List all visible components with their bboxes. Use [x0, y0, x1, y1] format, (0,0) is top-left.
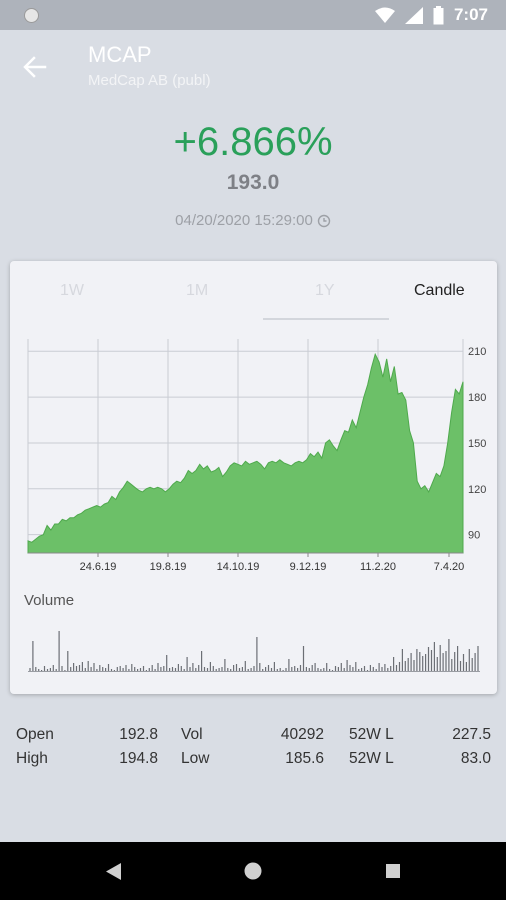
y-tick-label: 180	[468, 392, 486, 404]
y-tick-label: 90	[468, 530, 480, 542]
navigation-bar	[0, 842, 506, 900]
signal-icon	[404, 6, 423, 24]
app-bar: MCAP MedCap AB (publ)	[0, 30, 506, 105]
timestamp-text: 04/20/2020 15:29:00	[175, 212, 313, 229]
y-tick-label: 120	[468, 484, 486, 496]
chart-card: 1W 1M 1Y Candle 210 180 150 120 90 24.6.19 19.…	[10, 261, 497, 694]
price-chart[interactable]: 210 180 150 120 90 24.6.19 19.8.19 14.10.19 9.12…	[10, 261, 497, 694]
vol-label: Vol	[181, 726, 203, 743]
stats-panel: Open 192.8 Vol 40292 52W L 227.5 High 19…	[0, 724, 506, 774]
wifi-icon	[374, 7, 395, 23]
w52-value-b: 83.0	[460, 750, 491, 767]
clock: 7:07	[453, 5, 488, 24]
x-tick-label: 11.2.20	[360, 561, 396, 573]
back-arrow-icon[interactable]	[20, 52, 50, 82]
status-bar: 7:07	[0, 0, 506, 30]
high-value: 194.8	[119, 750, 158, 767]
ticker-symbol: MCAP	[88, 42, 152, 67]
x-tick-label: 14.10.19	[217, 561, 260, 573]
quote-timestamp: 04/20/2020 15:29:00	[0, 212, 506, 229]
w52-label-a: 52W L	[349, 726, 394, 743]
y-tick-label: 150	[468, 438, 486, 450]
status-icons: 7:07	[374, 5, 488, 25]
x-tick-label: 24.6.19	[80, 561, 117, 573]
vol-value: 40292	[280, 726, 324, 743]
volume-label: Volume	[24, 592, 75, 609]
recents-nav-icon[interactable]	[386, 864, 400, 878]
open-label: Open	[16, 726, 54, 743]
home-nav-icon[interactable]	[244, 862, 262, 880]
x-tick-label: 7.4.20	[434, 561, 465, 573]
back-nav-icon[interactable]	[106, 863, 122, 880]
x-tick-label: 9.12.19	[290, 561, 327, 573]
x-tick-label: 19.8.19	[150, 561, 187, 573]
price-area-series	[27, 352, 464, 554]
percent-change: +6.866%	[173, 120, 333, 164]
clock-icon	[317, 214, 331, 227]
w52-label-b: 52W L	[349, 750, 394, 767]
low-value: 185.6	[285, 750, 324, 767]
low-label: Low	[181, 750, 210, 767]
open-value: 192.8	[119, 726, 158, 743]
notification-dot-icon	[24, 8, 39, 23]
battery-icon	[433, 5, 444, 24]
y-tick-label: 210	[468, 346, 486, 358]
company-name: MedCap AB (publ)	[88, 72, 211, 89]
last-price: 193.0	[226, 171, 280, 194]
w52-value-a: 227.5	[452, 726, 491, 743]
high-label: High	[16, 750, 48, 767]
